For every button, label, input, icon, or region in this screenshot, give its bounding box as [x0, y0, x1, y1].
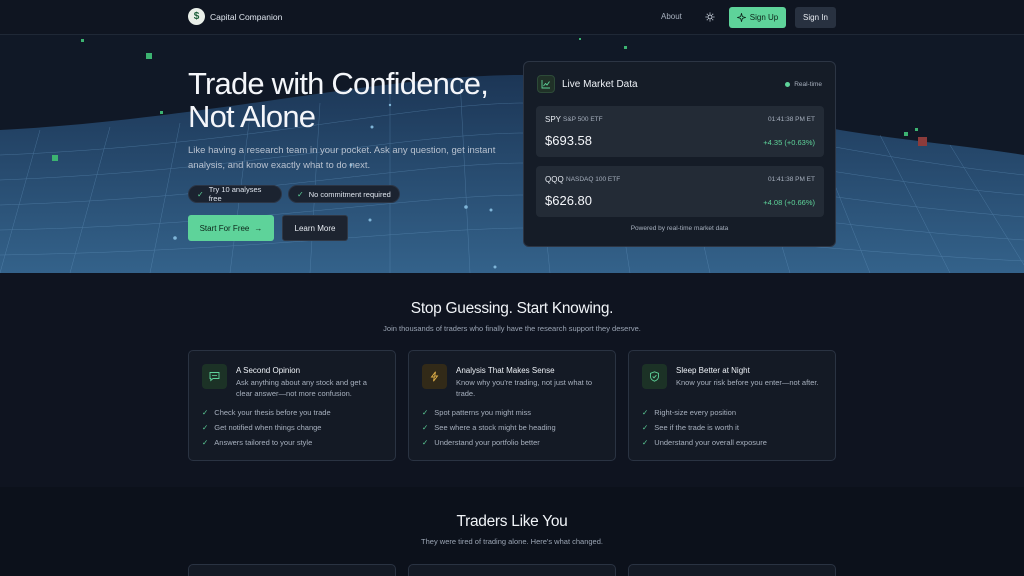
sign-up-button[interactable]: Sign Up	[729, 7, 786, 28]
pill-label: Try 10 analyses free	[208, 185, 262, 203]
start-for-free-button[interactable]: Start For Free →	[188, 215, 274, 241]
feature-title: Analysis That Makes Sense	[456, 366, 555, 375]
realtime-label: Real-time	[794, 81, 822, 88]
feature-card-second-opinion: A Second Opinion Ask anything about any …	[188, 350, 396, 461]
feature-desc: Ask anything about any stock and get a c…	[236, 378, 367, 398]
feature-item-label: Check your thesis before you trade	[214, 408, 331, 417]
feature-item: ✓ See if the trade is worth it	[642, 423, 739, 432]
feature-item-label: Get notified when things change	[214, 423, 322, 432]
feature-item-label: See if the trade is worth it	[654, 423, 739, 432]
testimonial-card	[188, 564, 396, 576]
top-navbar: $ Capital Companion About Sign Up Sign I…	[0, 0, 1024, 35]
sparkle-icon	[736, 13, 746, 22]
feature-item-label: Spot patterns you might miss	[434, 408, 532, 417]
ticker-symbol: SPY	[545, 115, 562, 124]
ticker-symbol: QQQ	[545, 175, 564, 184]
feature-item: ✓ Check your thesis before you trade	[202, 408, 331, 417]
sign-in-label: Sign In	[803, 13, 828, 22]
ticker-row[interactable]: QQQ NASDAQ 100 ETF 01:41:38 PM ET $626.8…	[536, 166, 824, 217]
brand[interactable]: $ Capital Companion	[188, 8, 282, 25]
ticker-desc: NASDAQ 100 ETF	[566, 176, 621, 183]
live-market-card: Live Market Data Real-time SPY S&P 500 E…	[523, 61, 836, 247]
hero-section: Trade with Confidence, Not Alone Like ha…	[0, 35, 1024, 273]
brand-name: Capital Companion	[210, 11, 283, 22]
feature-item: ✓ Understand your portfolio better	[422, 438, 540, 447]
testimonials-section: Traders Like You They were tired of trad…	[0, 487, 1024, 576]
pill-no-commitment: ✓ No commitment required	[288, 185, 400, 203]
testimonials-title: Traders Like You	[456, 513, 568, 530]
pill-label: No commitment required	[308, 189, 391, 199]
ticker-desc: S&P 500 ETF	[563, 116, 603, 123]
feature-item: ✓ Right-size every position	[642, 408, 736, 417]
hero-title: Trade with Confidence, Not Alone	[188, 66, 489, 134]
feature-title: Sleep Better at Night	[676, 366, 750, 375]
testimonial-card	[408, 564, 616, 576]
feature-item: ✓ Understand your overall exposure	[642, 438, 767, 447]
feature-item: ✓ Get notified when things change	[202, 423, 321, 432]
ticker-time: 01:41:38 PM ET	[768, 116, 815, 123]
start-label: Start For Free	[199, 223, 250, 233]
sign-up-label: Sign Up	[749, 13, 779, 22]
check-icon: ✓	[197, 189, 204, 199]
feature-desc: Know why you're trading, not just what t…	[456, 378, 593, 398]
check-icon: ✓	[642, 423, 649, 432]
check-icon: ✓	[642, 438, 649, 447]
lightning-icon	[422, 364, 447, 389]
learn-label: Learn More	[294, 223, 336, 233]
chat-icon	[202, 364, 227, 389]
theme-toggle-button[interactable]	[702, 9, 718, 25]
features-title: Stop Guessing. Start Knowing.	[410, 300, 614, 317]
arrow-right-icon: →	[254, 223, 263, 233]
feature-item: ✓ Spot patterns you might miss	[422, 408, 531, 417]
pill-free-analyses: ✓ Try 10 analyses free	[188, 185, 282, 203]
ticker-change: +4.35 (+0.63%)	[763, 138, 815, 147]
learn-more-button[interactable]: Learn More	[282, 215, 348, 241]
check-icon: ✓	[202, 423, 209, 432]
hero-subtitle: Like having a research team in your pock…	[188, 145, 496, 171]
testimonial-card	[628, 564, 836, 576]
realtime-badge: Real-time	[785, 81, 822, 88]
check-icon: ✓	[202, 408, 209, 417]
check-icon: ✓	[422, 423, 429, 432]
powered-by-text: Powered by real-time market data	[630, 225, 729, 232]
feature-title: A Second Opinion	[236, 366, 301, 375]
check-icon: ✓	[642, 408, 649, 417]
ticker-change: +4.08 (+0.66%)	[763, 198, 815, 207]
check-icon: ✓	[422, 438, 429, 447]
feature-item-label: Understand your portfolio better	[434, 438, 540, 447]
check-icon: ✓	[202, 438, 209, 447]
ticker-row[interactable]: SPY S&P 500 ETF 01:41:38 PM ET $693.58 +…	[536, 106, 824, 157]
check-icon: ✓	[297, 189, 304, 199]
market-title: Live Market Data	[562, 79, 638, 90]
feature-item-label: Answers tailored to your style	[214, 438, 313, 447]
sun-icon	[705, 12, 715, 22]
feature-item-label: See where a stock might be heading	[434, 423, 556, 432]
nav-link-about[interactable]: About	[661, 12, 682, 21]
feature-item-label: Understand your overall exposure	[654, 438, 767, 447]
chart-line-icon	[537, 75, 555, 93]
ticker-price: $626.80	[545, 193, 592, 208]
ticker-time: 01:41:38 PM ET	[768, 176, 815, 183]
status-dot	[785, 82, 791, 87]
sign-in-button[interactable]: Sign In	[795, 7, 836, 28]
feature-card-sleep-better: Sleep Better at Night Know your risk bef…	[628, 350, 836, 461]
feature-desc: Know your risk before you enter—not afte…	[676, 378, 819, 387]
ticker-price: $693.58	[545, 133, 592, 148]
money-bag-icon: $	[188, 8, 205, 25]
feature-card-analysis: Analysis That Makes Sense Know why you'r…	[408, 350, 616, 461]
feature-item: ✓ Answers tailored to your style	[202, 438, 312, 447]
check-icon: ✓	[422, 408, 429, 417]
feature-item: ✓ See where a stock might be heading	[422, 423, 556, 432]
features-subtitle: Join thousands of traders who finally ha…	[383, 324, 641, 333]
feature-item-label: Right-size every position	[654, 408, 736, 417]
shield-check-icon	[642, 364, 667, 389]
testimonials-subtitle: They were tired of trading alone. Here's…	[421, 537, 603, 546]
features-section: Stop Guessing. Start Knowing. Join thous…	[0, 273, 1024, 487]
